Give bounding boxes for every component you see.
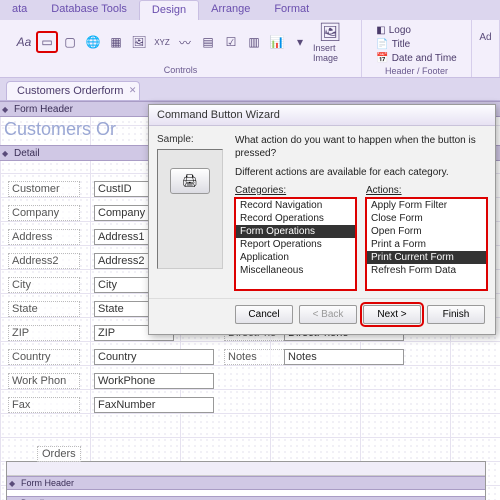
list-item[interactable]: Record Navigation: [236, 199, 355, 212]
datetime-button[interactable]: 📅Date and Time: [376, 52, 457, 66]
clock-icon: 📅: [376, 52, 388, 66]
hf-group-label: Header / Footer: [385, 66, 448, 76]
field-label[interactable]: Customer: [8, 181, 80, 197]
field-textbox[interactable]: Notes: [284, 349, 404, 365]
document-tab[interactable]: Customers Orderform ✕: [6, 81, 140, 100]
add-existing-button[interactable]: Ad: [479, 22, 491, 43]
back-button: < Back: [299, 305, 357, 324]
form-icon[interactable]: ▦: [106, 32, 126, 52]
line-icon[interactable]: 〰: [175, 32, 195, 52]
subform-ruler: [7, 462, 485, 476]
printer-icon: 🖨: [182, 173, 199, 189]
finish-button[interactable]: Finish: [427, 305, 485, 324]
list-item[interactable]: Print a Form: [367, 238, 486, 251]
field-label[interactable]: Address2: [8, 253, 80, 269]
list-item[interactable]: Report Operations: [236, 238, 355, 251]
next-button[interactable]: Next >: [363, 305, 421, 324]
checkbox-icon[interactable]: ☑: [221, 32, 241, 52]
button-icon[interactable]: XYZ: [152, 32, 172, 52]
close-icon[interactable]: ✕: [129, 85, 137, 96]
sample-label: Sample:: [157, 134, 227, 145]
sample-button-preview: 🖨: [170, 168, 210, 194]
ribbon-tab[interactable]: ata: [0, 0, 39, 20]
field-textbox[interactable]: Country: [94, 349, 214, 365]
list-item[interactable]: Apply Form Filter: [367, 199, 486, 212]
field-label[interactable]: State: [8, 301, 80, 317]
categories-listbox[interactable]: Record NavigationRecord OperationsForm O…: [235, 198, 356, 290]
insert-image-button[interactable]: 🖼 Insert Image: [313, 22, 347, 62]
insert-image-label: Insert Image: [313, 43, 347, 63]
categories-header: Categories:: [235, 185, 356, 196]
textbox-control-icon[interactable]: ▭: [37, 32, 57, 52]
ribbon-tab[interactable]: Format: [262, 0, 321, 20]
field-label[interactable]: City: [8, 277, 80, 293]
ribbon-tab[interactable]: Database Tools: [39, 0, 139, 20]
cancel-button[interactable]: Cancel: [235, 305, 293, 324]
more-icon[interactable]: ▾: [290, 32, 310, 52]
ribbon: Aa ▭ ▢ 🌐 ▦ 🖼 XYZ 〰 ▤ ☑ ▥ 📊 ▾ 🖼 Insert Im…: [0, 20, 500, 78]
list-item[interactable]: Close Form: [367, 212, 486, 225]
logo-button[interactable]: ◧Logo: [376, 24, 457, 38]
list-item[interactable]: Refresh Form Data: [367, 264, 486, 277]
document-tab-bar: Customers Orderform ✕: [0, 78, 500, 100]
page-icon[interactable]: ▥: [244, 32, 264, 52]
form-title-label[interactable]: Customers Or: [4, 119, 116, 140]
ribbon-group-header-footer: ◧Logo 📄Title 📅Date and Time Header / Foo…: [362, 20, 472, 77]
list-item[interactable]: Open Form: [367, 225, 486, 238]
subform-label[interactable]: Orders: [37, 446, 81, 462]
title-icon: 📄: [376, 38, 388, 52]
ribbon-tab[interactable]: Arrange: [199, 0, 262, 20]
list-item[interactable]: Miscellaneous: [236, 264, 355, 277]
subform-detail-bar[interactable]: Detail: [7, 496, 485, 500]
dialog-title: Command Button Wizard: [149, 105, 495, 126]
image-icon[interactable]: 🖼: [129, 32, 149, 52]
sample-preview: 🖨: [157, 149, 223, 269]
subform-header-bar[interactable]: Form Header: [7, 476, 485, 490]
field-label[interactable]: Country: [8, 349, 80, 365]
subform-container[interactable]: OrdersForm HeaderDetail: [6, 461, 486, 500]
field-label[interactable]: Address: [8, 229, 80, 245]
ribbon-tab-design[interactable]: Design: [139, 0, 199, 20]
document-tab-label: Customers Orderform: [17, 85, 123, 97]
combo-icon[interactable]: ▤: [198, 32, 218, 52]
field-label[interactable]: Fax: [8, 397, 80, 413]
field-textbox[interactable]: FaxNumber: [94, 397, 214, 413]
wizard-hint: Different actions are available for each…: [235, 166, 487, 179]
list-item[interactable]: Record Operations: [236, 212, 355, 225]
wizard-question: What action do you want to happen when t…: [235, 134, 487, 160]
list-item[interactable]: Application: [236, 251, 355, 264]
font-italic-icon[interactable]: Aa: [14, 32, 34, 52]
field-label[interactable]: ZIP: [8, 325, 80, 341]
title-button[interactable]: 📄Title: [376, 38, 457, 52]
ribbon-group-controls: Aa ▭ ▢ 🌐 ▦ 🖼 XYZ 〰 ▤ ☑ ▥ 📊 ▾ 🖼 Insert Im…: [0, 20, 362, 77]
chart-icon[interactable]: 📊: [267, 32, 287, 52]
field-label[interactable]: Company: [8, 205, 80, 221]
ribbon-tabs: ata Database Tools Design Arrange Format: [0, 0, 500, 20]
globe-icon[interactable]: 🌐: [83, 32, 103, 52]
field-label[interactable]: Work Phon: [8, 373, 80, 389]
actions-listbox[interactable]: Apply Form FilterClose FormOpen FormPrin…: [366, 198, 487, 290]
list-item[interactable]: Form Operations: [236, 225, 355, 238]
logo-icon: ◧: [376, 24, 385, 38]
rectangle-icon[interactable]: ▢: [60, 32, 80, 52]
controls-group-label: Controls: [164, 65, 198, 75]
command-button-wizard-dialog: Command Button Wizard Sample: 🖨 What act…: [148, 104, 496, 335]
actions-header: Actions:: [366, 185, 487, 196]
list-item[interactable]: Print Current Form: [367, 251, 486, 264]
field-textbox[interactable]: WorkPhone: [94, 373, 214, 389]
picture-icon: 🖼: [319, 22, 342, 43]
ribbon-group-add: Ad: [472, 20, 500, 77]
